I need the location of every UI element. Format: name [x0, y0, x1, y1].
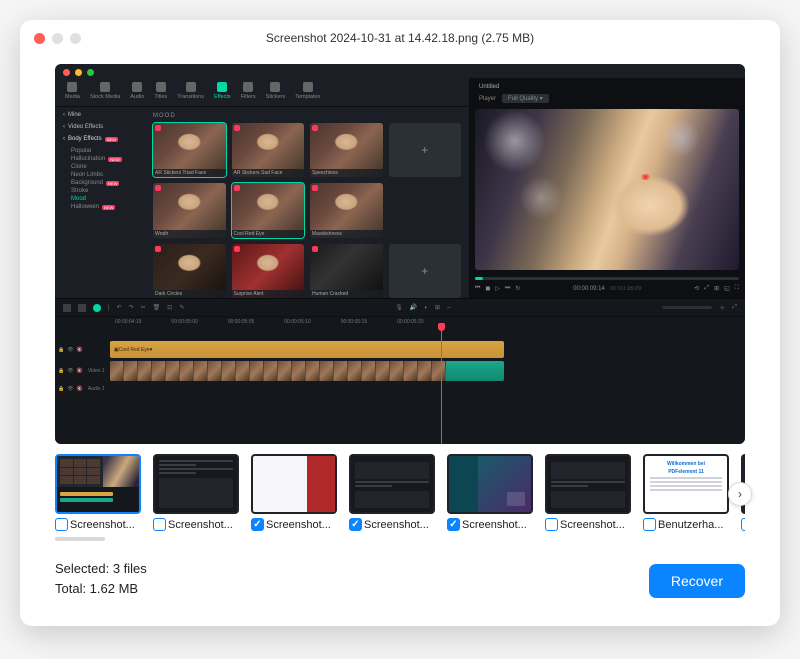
toolbar-media: Media: [65, 82, 80, 100]
video-editor-screenshot: Media Stock Media Audio Titles Transitions Ef…: [55, 64, 745, 444]
time-current: 00:00:09:14: [573, 286, 605, 292]
file-thumbnail[interactable]: Willkommen beiPDFelement 11Benutzerha...: [643, 454, 729, 531]
preview-monitor: [475, 109, 739, 270]
editor-toolbar: Media Stock Media Audio Titles Transitions Ef…: [55, 78, 469, 107]
file-name: Screenshot...: [364, 519, 429, 531]
time-total: 00:00:16:09: [610, 286, 642, 292]
selected-count: Selected: 3 files: [55, 559, 147, 579]
recovery-window: Screenshot 2024-10-31 at 14.42.18.png (2…: [20, 20, 780, 626]
effect-thumb: AR Stickers Sad Face: [232, 123, 305, 177]
toolbar-titles: Titles: [154, 82, 167, 100]
effect-thumb: Dark Circles: [153, 244, 226, 298]
file-checkbox[interactable]: [643, 518, 656, 531]
scroll-next-button[interactable]: ›: [728, 482, 752, 506]
effect-thumb: +: [389, 244, 462, 298]
file-thumbnail[interactable]: Screenshot...: [153, 454, 239, 531]
titlebar: Screenshot 2024-10-31 at 14.42.18.png (2…: [20, 20, 780, 56]
effect-thumb: +: [389, 123, 462, 177]
file-checkbox[interactable]: [447, 518, 460, 531]
stop-icon: ◼: [485, 285, 490, 292]
file-preview: Media Stock Media Audio Titles Transitions Ef…: [55, 64, 745, 444]
effect-thumb: Speechless: [310, 123, 383, 177]
file-thumbnail[interactable]: Screenshot...: [251, 454, 337, 531]
next-icon: ⏭: [505, 285, 510, 292]
effect-clip: ▣ Cool Red Eye ♥: [110, 341, 504, 358]
file-name: Benutzerha...: [658, 519, 723, 531]
file-checkbox[interactable]: [741, 518, 745, 531]
file-checkbox[interactable]: [251, 518, 264, 531]
effect-thumb: AR Stickers Triad Face: [153, 123, 226, 177]
file-name: Screenshot...: [266, 519, 331, 531]
selection-stats: Selected: 3 files Total: 1.62 MB: [55, 559, 147, 598]
timeline: | ↶↷✂🗑⊡✎ 🎙🔊◐⊞ ─＋⤢ 00:00:04:1900:00:05:00…: [55, 298, 745, 444]
toolbar-effects: Effects: [214, 82, 231, 100]
effect-thumb: Cool Red Eye: [232, 183, 305, 237]
file-name: Screenshot...: [70, 519, 135, 531]
file-checkbox[interactable]: [545, 518, 558, 531]
effect-thumb: Surprise Alert: [232, 244, 305, 298]
play-icon: ▷: [495, 285, 500, 292]
file-checkbox[interactable]: [153, 518, 166, 531]
toolbar-stock-media: Stock Media: [90, 82, 120, 100]
effects-grid: AR Stickers Triad FaceAR Stickers Sad Fa…: [153, 123, 461, 298]
file-name: Screenshot...: [462, 519, 527, 531]
file-name: Screenshot...: [560, 519, 625, 531]
effect-thumb: Human Cracked: [310, 244, 383, 298]
prev-icon: ⏮: [475, 285, 480, 292]
toolbar-audio: Audio: [130, 82, 144, 100]
project-title: Untitled: [475, 82, 739, 92]
file-thumbnail[interactable]: Screenshot...: [447, 454, 533, 531]
total-size: Total: 1.62 MB: [55, 579, 147, 599]
preview-scrubber: [475, 277, 739, 280]
toolbar-filters: Filters: [241, 82, 256, 100]
playhead: [441, 325, 442, 444]
record-icon: [93, 304, 101, 312]
file-name: Screenshot...: [168, 519, 233, 531]
thumbnail-strip: Screenshot... Screenshot... Screenshot... S…: [55, 454, 745, 531]
loop-icon: ↻: [515, 285, 520, 292]
toolbar-templates: Templates: [295, 82, 320, 100]
file-thumbnail[interactable]: Screenshot...: [349, 454, 435, 531]
file-thumbnail[interactable]: Screenshot...: [55, 454, 141, 531]
file-checkbox[interactable]: [55, 518, 68, 531]
toolbar-stickers: Stickers: [266, 82, 286, 100]
recover-button[interactable]: Recover: [649, 564, 745, 598]
window-title: Screenshot 2024-10-31 at 14.42.18.png (2…: [20, 31, 780, 45]
effect-thumb: Mawkishness: [310, 183, 383, 237]
effect-thumb: Wrath: [153, 183, 226, 237]
toolbar-transitions: Transitions: [177, 82, 204, 100]
video-clip: [110, 361, 504, 381]
file-checkbox[interactable]: [349, 518, 362, 531]
file-thumbnail[interactable]: Screenshot...: [545, 454, 631, 531]
effects-section-label: MOOD: [153, 113, 461, 119]
effects-sidebar: ‹ Mine ‹ Video Effects ‹ Body Effects NE…: [55, 107, 145, 298]
